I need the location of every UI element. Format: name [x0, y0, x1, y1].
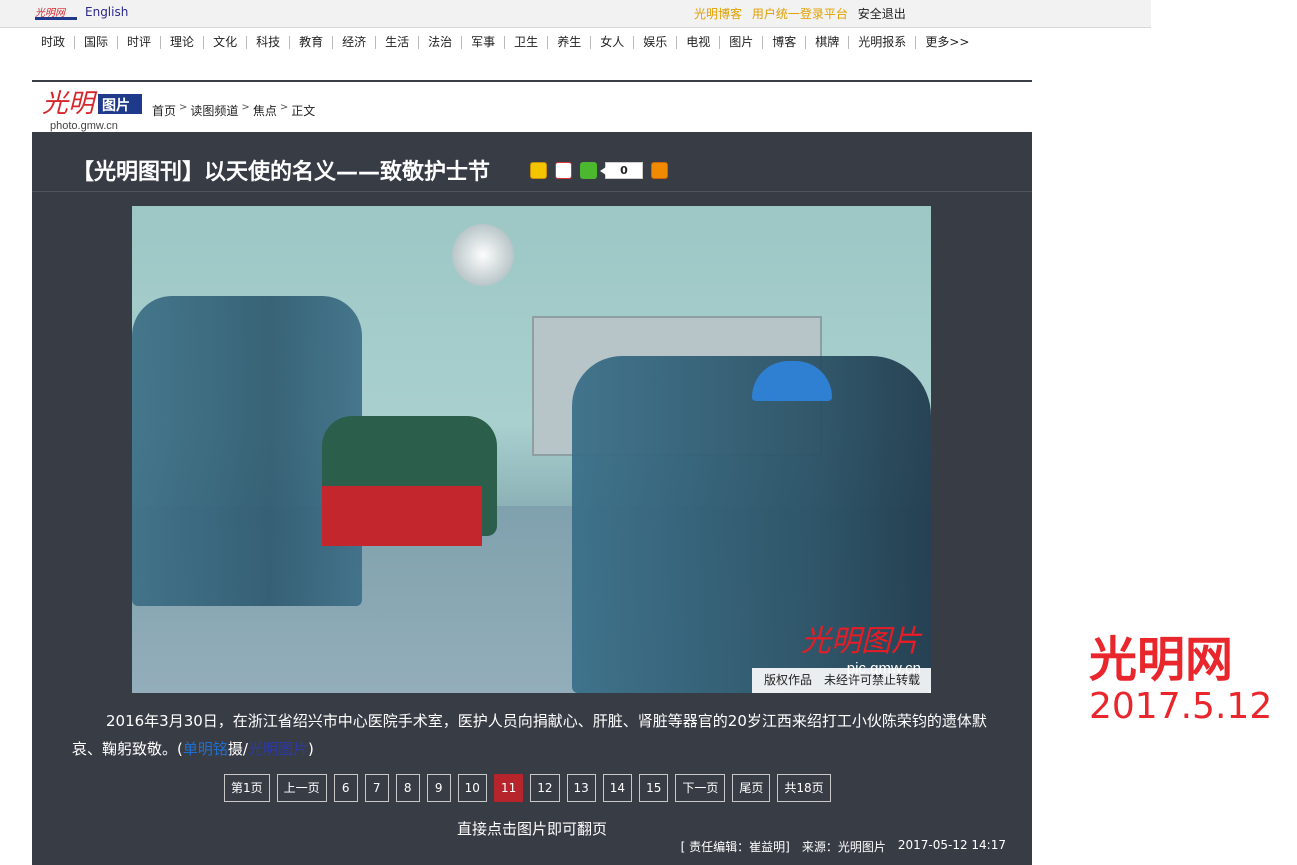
page-number-button[interactable]: 14 — [602, 774, 633, 802]
svg-text:图片: 图片 — [102, 97, 130, 114]
weibo-share-icon[interactable] — [555, 162, 572, 179]
share-bar: 0 — [530, 162, 668, 179]
english-link[interactable]: English — [85, 5, 128, 19]
side-date-label: 2017.5.12 — [1089, 686, 1273, 727]
more-share-icon[interactable] — [651, 162, 668, 179]
breadcrumb-current: 正文 — [291, 104, 316, 118]
main-nav: 时政 国际 时评 理论 文化 科技 教育 经济 生活 法治 军事 卫生 养生 女人 娱乐 电视 图片 博客 棋牌 光明… — [32, 34, 978, 50]
title-row: 【光明图刊】以天使的名义——致敬护士节 0 — [32, 132, 1032, 192]
nav-item[interactable]: 养生 — [548, 35, 592, 49]
breadcrumb-home[interactable]: 首页 — [152, 102, 176, 119]
next-page-button[interactable]: 下一页 — [675, 774, 726, 802]
gmw-logo-icon[interactable]: 光明网 — [35, 5, 77, 21]
page-number-button[interactable]: 8 — [395, 774, 420, 802]
red-cover — [322, 486, 482, 546]
nav-item[interactable]: 图片 — [720, 35, 764, 49]
page-number-button[interactable]: 15 — [639, 774, 669, 802]
pagination: 第1页 上一页 6 7 8 9 10 11 12 13 14 15 下一页 尾页 共18页 — [224, 774, 831, 802]
breadcrumb: 首页 > 读图频道 > 焦点 > 正文 — [152, 102, 315, 119]
nav-item[interactable]: 时政 — [32, 35, 76, 49]
login-link[interactable]: 用户统一登录平台 — [752, 7, 848, 21]
watermark-logo: 光明图片 — [801, 624, 921, 659]
svg-text:光明: 光明 — [42, 89, 98, 119]
blog-link[interactable]: 光明博客 — [694, 7, 742, 21]
article-meta: [ 责任编辑：崔益明] 来源：光明图片 2017-05-12 14:17 — [681, 838, 1006, 855]
caption-author-link[interactable]: 单明铭 — [183, 740, 228, 758]
nav-item[interactable]: 更多>> — [916, 35, 978, 49]
nav-item[interactable]: 生活 — [376, 35, 420, 49]
article-panel: 【光明图刊】以天使的名义——致敬护士节 0 光明图片 pic.gmw.cn 版权… — [32, 132, 1032, 865]
top-links: 光明博客 用户统一登录平台 安全退出 — [694, 5, 912, 22]
page-number-button[interactable]: 13 — [566, 774, 596, 802]
nav-item[interactable]: 卫生 — [505, 35, 549, 49]
breadcrumb-separator: > — [279, 102, 289, 113]
article-photo[interactable]: 光明图片 pic.gmw.cn 版权作品 未经许可禁止转载 — [132, 206, 931, 693]
first-page-button[interactable]: 第1页 — [224, 774, 270, 802]
nav-item[interactable]: 法治 — [419, 35, 463, 49]
photo-channel-url: photo.gmw.cn — [50, 120, 118, 132]
wechat-share-icon[interactable] — [580, 162, 597, 179]
nav-item[interactable]: 科技 — [247, 35, 291, 49]
nav-item[interactable]: 女人 — [591, 35, 635, 49]
last-page-button[interactable]: 尾页 — [732, 774, 771, 802]
nav-item[interactable]: 军事 — [462, 35, 506, 49]
nav-item[interactable]: 时评 — [118, 35, 162, 49]
copyright-note: 版权作品 未经许可禁止转载 — [752, 668, 931, 693]
top-bar: 光明网 English 光明博客 用户统一登录平台 安全退出 — [0, 0, 1151, 28]
breadcrumb-focus[interactable]: 焦点 — [253, 102, 277, 119]
nav-item[interactable]: 娱乐 — [634, 35, 678, 49]
breadcrumb-separator: > — [179, 102, 188, 113]
prev-page-button[interactable]: 上一页 — [276, 774, 327, 802]
nav-item[interactable]: 电视 — [677, 35, 721, 49]
nav-item[interactable]: 理论 — [161, 35, 205, 49]
photo-caption: 2016年3月30日，在浙江省绍兴市中心医院手术室，医护人员向捐献心、肝脏、肾脏… — [72, 707, 992, 763]
caption-credit-link[interactable]: 光明图片 — [248, 740, 308, 758]
nav-item[interactable]: 光明报系 — [849, 35, 917, 49]
page-hint: 直接点击图片即可翻页 — [456, 820, 607, 838]
nav-item[interactable]: 经济 — [333, 35, 377, 49]
nav-item[interactable]: 博客 — [763, 35, 807, 49]
page-number-button[interactable]: 10 — [457, 774, 487, 802]
breadcrumb-photo-channel[interactable]: 读图频道 — [190, 102, 238, 119]
header-divider — [32, 80, 1032, 82]
page-number-button[interactable]: 9 — [426, 774, 451, 802]
caption-shot: 摄/ — [227, 740, 248, 758]
surgical-lamp — [452, 224, 514, 286]
nav-item[interactable]: 文化 — [204, 35, 248, 49]
caption-end: ) — [307, 740, 314, 758]
editor-info: [ 责任编辑：崔益明] — [680, 840, 790, 854]
side-brand-label: 光明网 — [1089, 632, 1234, 688]
page-number-button[interactable]: 12 — [530, 774, 560, 802]
article-title: 【光明图刊】以天使的名义——致敬护士节 — [72, 160, 491, 185]
total-pages-label[interactable]: 共18页 — [777, 774, 831, 802]
like-count[interactable]: 0 — [600, 162, 643, 179]
qzone-share-icon[interactable] — [530, 162, 547, 179]
guangming-photo-logo-icon: 光明 图片 — [42, 89, 142, 119]
current-page-button[interactable]: 11 — [493, 774, 524, 802]
logout-link[interactable]: 安全退出 — [858, 7, 906, 21]
page-number-button[interactable]: 7 — [364, 774, 389, 802]
publish-date: 2017-05-12 14:17 — [897, 838, 1006, 852]
source-info: 来源：光明图片 — [801, 840, 886, 854]
nav-item[interactable]: 国际 — [75, 35, 119, 49]
photo-channel-logo[interactable]: 光明 图片 photo.gmw.cn — [40, 86, 144, 132]
breadcrumb-separator: > — [241, 102, 250, 113]
page-number-button[interactable]: 6 — [333, 774, 358, 802]
nav-item[interactable]: 棋牌 — [806, 35, 850, 49]
nav-item[interactable]: 教育 — [290, 35, 334, 49]
